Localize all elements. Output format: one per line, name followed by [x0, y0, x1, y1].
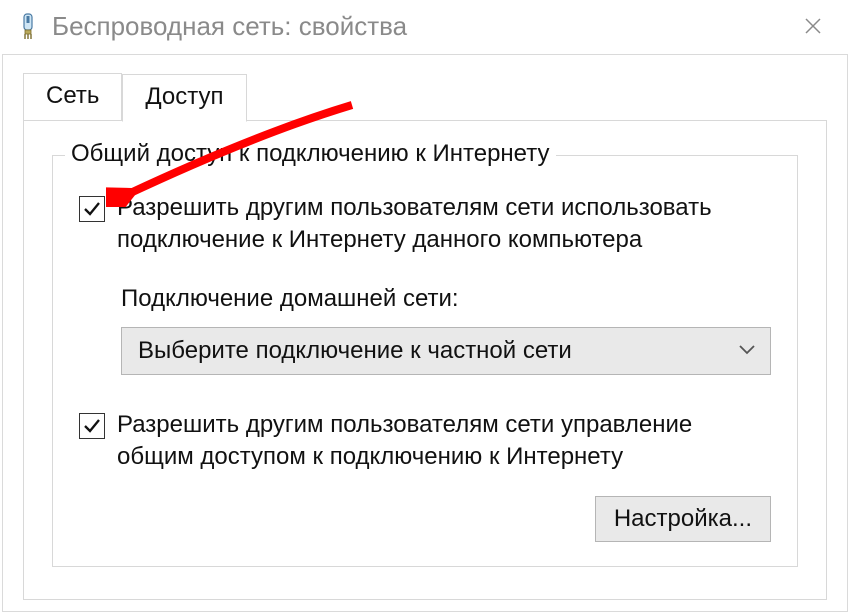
- allow-share-label: Разрешить другим пользователям сети испо…: [117, 192, 771, 257]
- ics-group-legend: Общий доступ к подключению к Интернету: [65, 140, 556, 168]
- tab-access[interactable]: Доступ: [122, 74, 246, 122]
- tab-panel-access: Общий доступ к подключению к Интернету Р…: [23, 120, 827, 600]
- ics-group: Общий доступ к подключению к Интернету Р…: [52, 155, 798, 567]
- client-area: Сеть Доступ Общий доступ к подключению к…: [2, 54, 848, 612]
- settings-button-label: Настройка...: [614, 505, 752, 532]
- allow-share-row: Разрешить другим пользователям сети испо…: [79, 192, 771, 257]
- close-icon: [803, 16, 823, 36]
- close-button[interactable]: [788, 6, 838, 46]
- home-connection-selected: Выберите подключение к частной сети: [138, 337, 572, 365]
- tab-network[interactable]: Сеть: [23, 73, 122, 121]
- tab-access-label: Доступ: [145, 83, 223, 110]
- allow-control-label: Разрешить другим пользователям сети упра…: [117, 409, 771, 474]
- allow-control-checkbox[interactable]: [79, 413, 105, 439]
- checkmark-icon: [82, 416, 102, 436]
- network-adapter-icon: [16, 12, 40, 40]
- window-title: Беспроводная сеть: свойства: [52, 11, 788, 42]
- titlebar: Беспроводная сеть: свойства: [0, 0, 850, 52]
- allow-control-row: Разрешить другим пользователям сети упра…: [79, 409, 771, 474]
- settings-button[interactable]: Настройка...: [595, 496, 771, 542]
- home-connection-dropdown[interactable]: Выберите подключение к частной сети: [121, 327, 771, 375]
- home-connection-section: Подключение домашней сети: Выберите подк…: [121, 285, 771, 375]
- tab-strip: Сеть Доступ: [23, 73, 827, 121]
- home-connection-label: Подключение домашней сети:: [121, 285, 771, 313]
- tab-network-label: Сеть: [46, 82, 99, 109]
- settings-button-row: Настройка...: [79, 496, 771, 542]
- checkmark-icon: [82, 199, 102, 219]
- allow-share-checkbox[interactable]: [79, 196, 105, 222]
- chevron-down-icon: [738, 340, 756, 361]
